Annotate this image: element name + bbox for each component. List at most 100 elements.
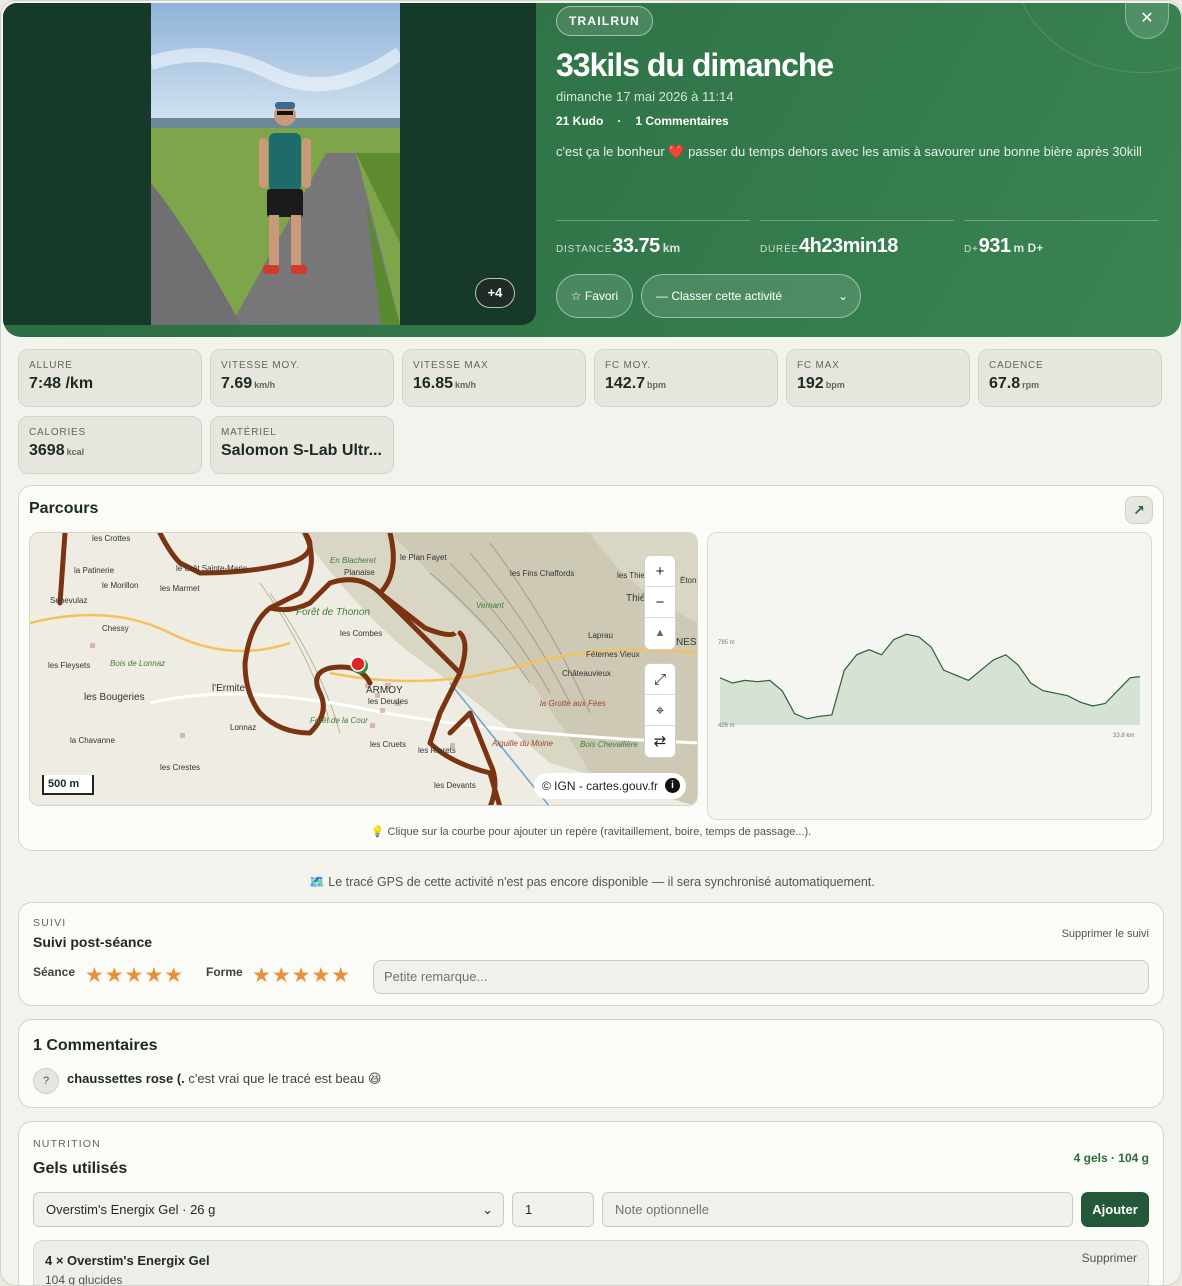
open-external-icon[interactable]: ↗: [1125, 496, 1153, 524]
kudos-count[interactable]: 21 Kudo: [556, 114, 603, 128]
metric-unit: bpm: [647, 380, 667, 390]
metric-label: ALLURE: [29, 360, 73, 371]
stat-elevation: D+ 931 m D+: [964, 220, 1158, 258]
comment-author[interactable]: chaussettes rose (.: [67, 1071, 185, 1086]
elevation-chart[interactable]: 785 m 426 m 33.8 km: [708, 533, 1153, 821]
x-axis-end-label: 33.8 km: [1113, 733, 1134, 739]
metric-value: 3698: [29, 442, 65, 459]
map-label: les Cruets: [370, 740, 406, 749]
metric-unit: km/h: [254, 380, 276, 390]
metric-label: FC MAX: [797, 360, 840, 371]
map-label: la Grotte aux Fées: [540, 699, 606, 708]
map-label: les Devants: [434, 781, 476, 790]
remark-input[interactable]: Petite remarque...: [373, 960, 1149, 994]
metric-label: FC MOY.: [605, 360, 651, 371]
classify-select[interactable]: — Classer cette activité ⌄: [641, 274, 861, 318]
stat-duration: DURÉE 4h23min18: [760, 220, 954, 258]
section-label: NUTRITION: [33, 1138, 101, 1150]
map-label: Vernant: [476, 601, 505, 610]
metric-value: 67.8: [989, 375, 1021, 392]
metric-value: 7:48 /km: [29, 375, 94, 392]
chevron-down-icon: ⌄: [482, 1202, 493, 1217]
delete-gel-button[interactable]: Supprimer: [1082, 1251, 1137, 1265]
map-label: Forêt de Thonon: [296, 607, 370, 618]
profile-hint: 💡 Clique sur la courbe pour ajouter un r…: [370, 826, 812, 838]
map-label: Étong: [680, 576, 698, 585]
avatar: ?: [33, 1068, 59, 1094]
comments-title: 1 Commentaires: [33, 1037, 158, 1054]
followup-title: Suivi post-séance: [33, 934, 153, 950]
activity-photo[interactable]: [151, 3, 400, 325]
info-icon[interactable]: i: [664, 778, 680, 793]
stat-unit: m D+: [1013, 241, 1044, 255]
nutrition-panel: NUTRITION Gels utilisés 4 gels · 104 g O…: [18, 1121, 1164, 1285]
map-label: les Fleysets: [48, 661, 90, 670]
y-axis-top-label: 785 m: [718, 640, 735, 646]
note-input[interactable]: Note optionnelle: [602, 1192, 1073, 1227]
map-label: Laprau: [588, 631, 613, 640]
forme-rating[interactable]: ★★★★★: [252, 963, 351, 988]
map-scale: 500 m: [42, 775, 94, 795]
map-label: les Crottes: [92, 534, 130, 543]
zoom-out-button[interactable]: −: [645, 587, 675, 618]
metric-value: 7.69: [221, 375, 253, 392]
map-label: Châteauvieux: [562, 669, 611, 678]
map-label: Senevulaz: [50, 596, 87, 605]
map-label: Bois de Lonnaz: [110, 659, 165, 668]
photo-gallery[interactable]: +4: [3, 3, 536, 325]
metric-label: VITESSE MAX: [413, 360, 489, 371]
activity-title: 33kils du dimanche: [556, 47, 834, 83]
metric-max-hr: FC MAX 192 bpm: [786, 349, 970, 407]
metric-max-speed: VITESSE MAX 16.85 km/h: [402, 349, 586, 407]
map-label: NES: [676, 637, 697, 648]
comments-count[interactable]: 1 Commentaires: [635, 114, 728, 128]
activity-hero: +4 TRAILRUN ✕ 33kils du dimanche dimanch…: [3, 3, 1181, 337]
more-photos-button[interactable]: +4: [475, 278, 515, 308]
gel-list-item: 4 × Overstim's Energix Gel 104 g glucide…: [33, 1240, 1149, 1285]
swap-icon[interactable]: ⇄: [645, 726, 675, 757]
map-label: les Bougeries: [84, 692, 145, 703]
map-label: Lonnaz: [230, 723, 256, 732]
y-axis-bottom-label: 426 m: [718, 723, 735, 729]
map-label: le Plan Fayet: [400, 553, 447, 562]
map-label: les Combes: [340, 629, 382, 638]
elevation-profile[interactable]: 785 m 426 m 33.8 km: [707, 532, 1152, 820]
map-label: le Crêt Sainte-Marie: [176, 564, 248, 573]
comment-text: c'est vrai que le tracé est beau 😆: [188, 1071, 382, 1086]
fullscreen-icon[interactable]: ⤢: [645, 664, 675, 695]
chevron-down-icon: ⌄: [837, 289, 848, 303]
delete-followup-button[interactable]: Supprimer le suivi: [1062, 928, 1149, 940]
metric-label: CALORIES: [29, 427, 86, 438]
metric-unit: km/h: [455, 380, 477, 390]
zoom-in-button[interactable]: +: [645, 556, 675, 587]
metric-avg-hr: FC MOY. 142.7 bpm: [594, 349, 778, 407]
stat-label: DISTANCE: [556, 244, 613, 255]
map-label: les Rierets: [418, 746, 456, 755]
add-gel-button[interactable]: Ajouter: [1081, 1192, 1149, 1227]
metric-calories: CALORIES 3698 kcal: [18, 416, 202, 474]
metric-value: 192: [797, 375, 824, 392]
metric-value: 142.7: [605, 375, 646, 392]
metric-label: CADENCE: [989, 360, 1044, 371]
activity-date: dimanche 17 mai 2026 à 11:14: [556, 89, 734, 104]
map-label: les Deudes: [368, 697, 408, 706]
map-label: les Marmet: [160, 584, 200, 593]
metric-gear: MATÉRIEL Salomon S-Lab Ultr...: [210, 416, 394, 474]
metric-pace: ALLURE 7:48 /km: [18, 349, 202, 407]
quantity-input[interactable]: 1: [512, 1192, 594, 1227]
gel-select[interactable]: Overstim's Energix Gel · 26 g ⌄: [33, 1192, 504, 1227]
map-label: Planaise: [344, 568, 375, 577]
compass-icon[interactable]: ▲: [645, 618, 675, 649]
map-canvas: les Crottes la Patinerie le Crêt Sainte-…: [30, 533, 698, 805]
metric-avg-speed: VITESSE MOY. 7.69 km/h: [210, 349, 394, 407]
locate-icon[interactable]: ⌖: [645, 695, 675, 726]
seance-rating[interactable]: ★★★★★: [85, 963, 184, 988]
map-label: Forêt de la Cour: [310, 716, 368, 725]
metric-label: VITESSE MOY.: [221, 360, 300, 371]
metric-unit: bpm: [825, 380, 845, 390]
map-label: ARMOY: [366, 685, 403, 696]
favorite-button[interactable]: ☆ Favori: [556, 274, 633, 318]
seance-label: Séance: [33, 965, 76, 979]
stat-value: 4h23min18: [799, 235, 898, 257]
route-map[interactable]: les Crottes la Patinerie le Crêt Sainte-…: [29, 532, 698, 806]
